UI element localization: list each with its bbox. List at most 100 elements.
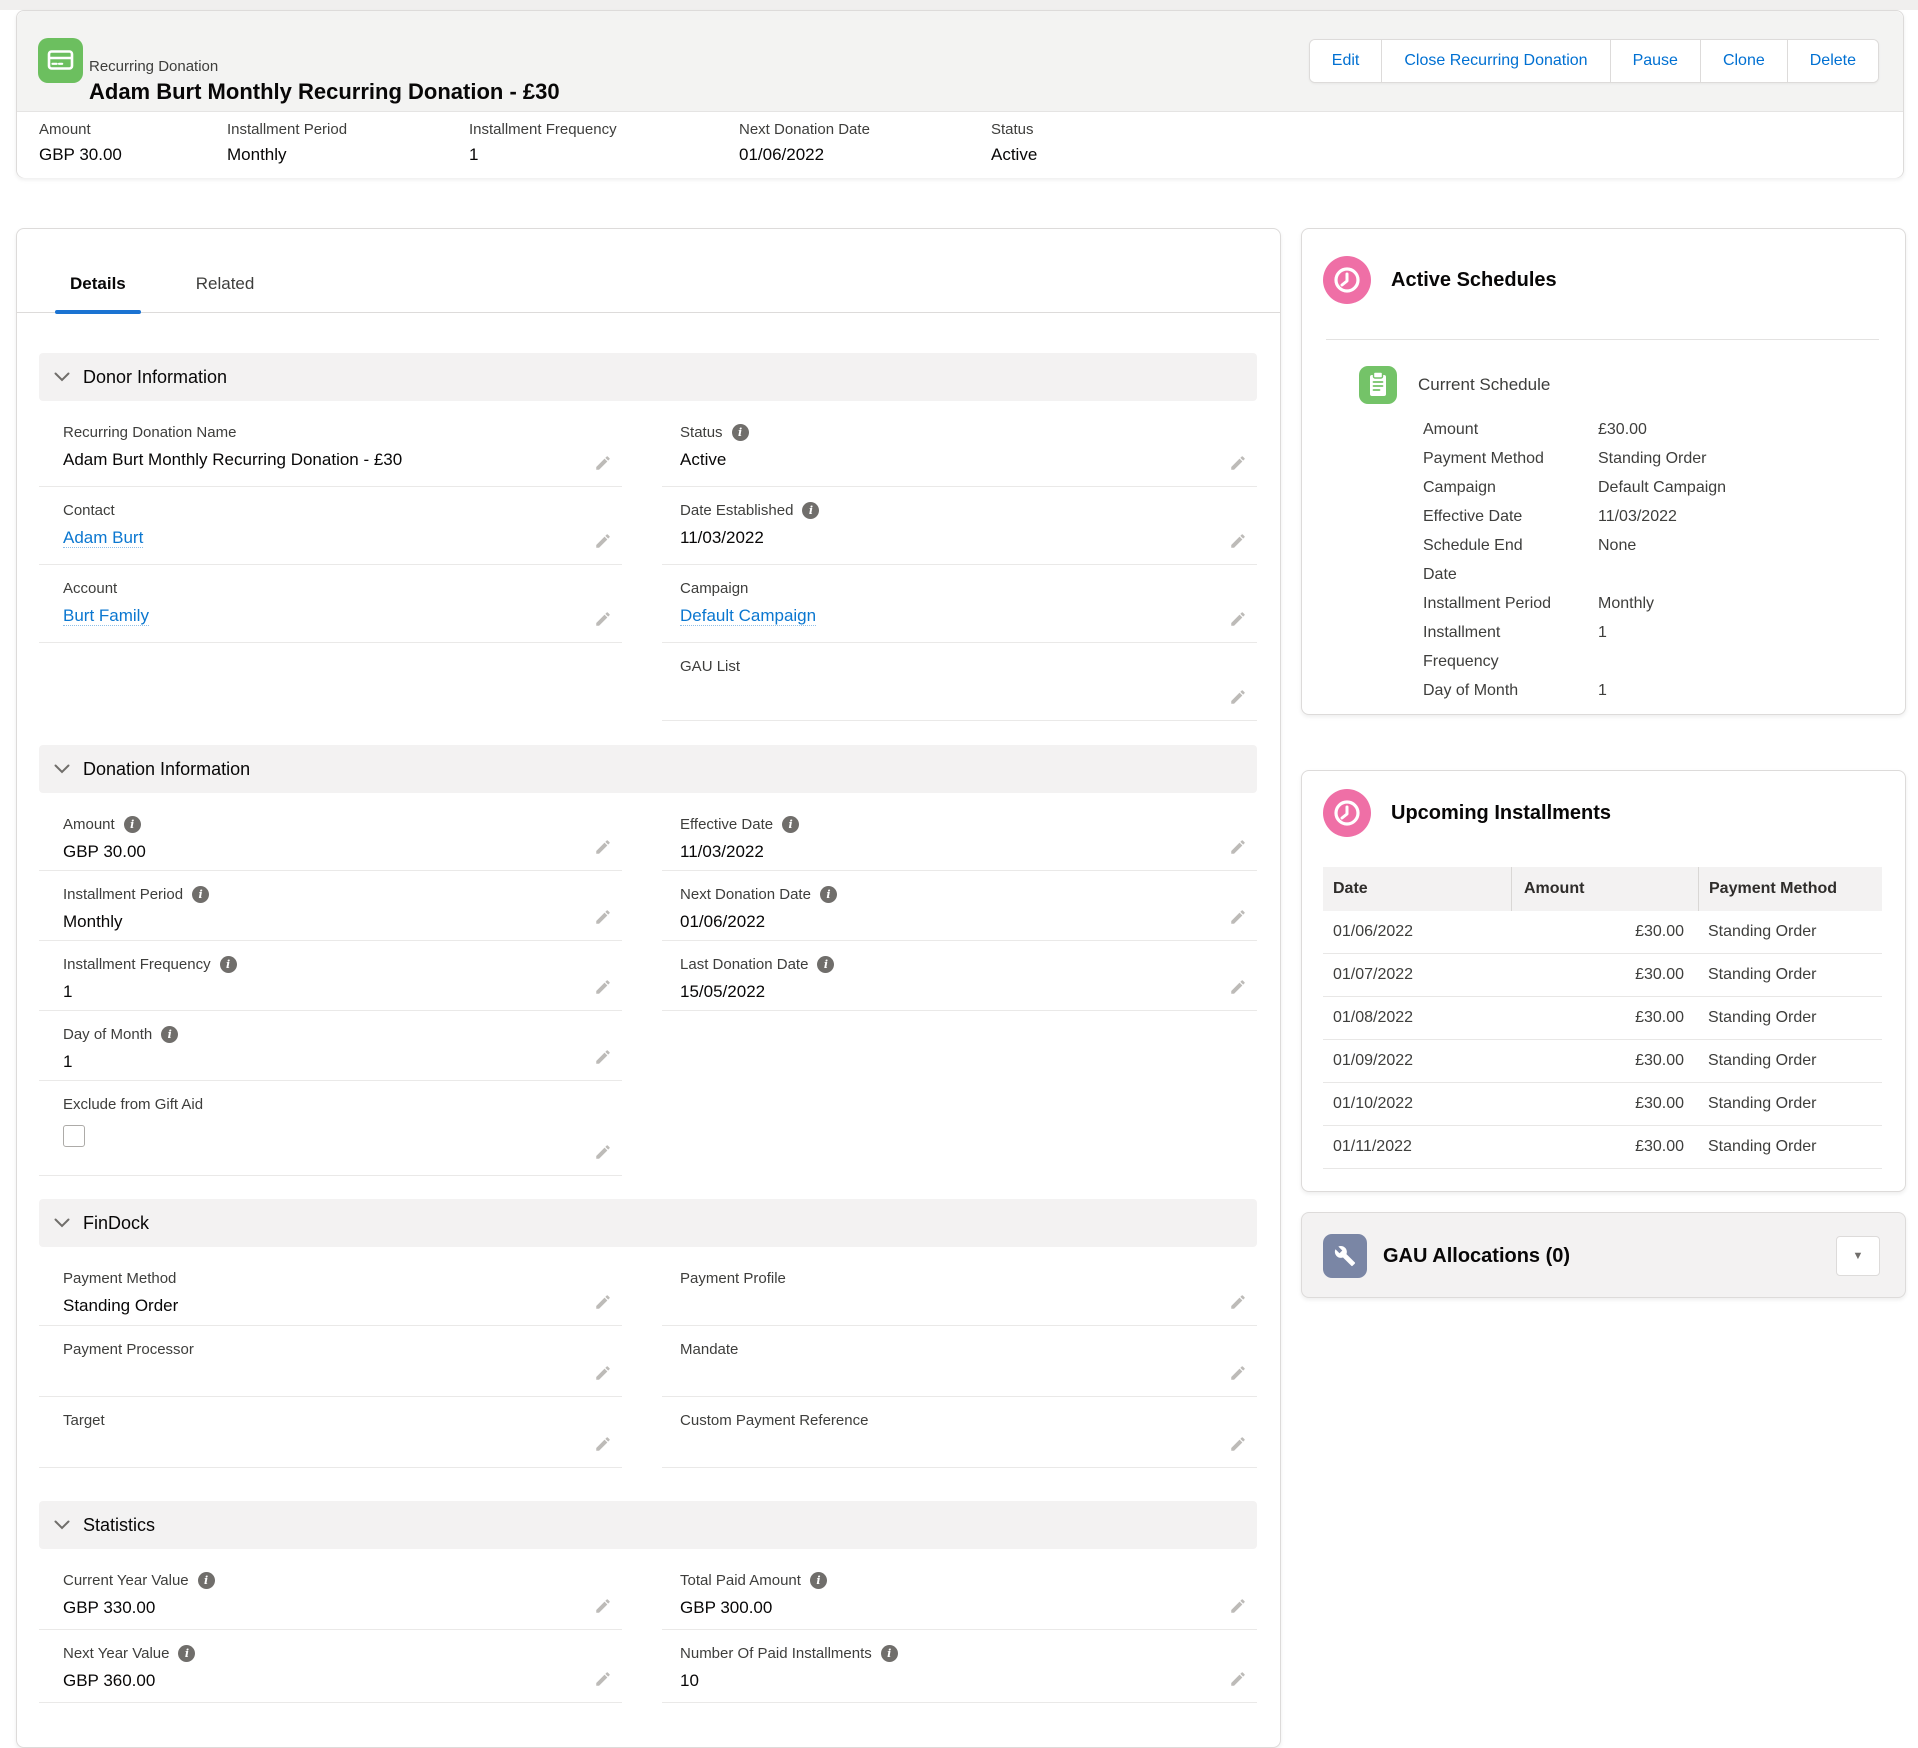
field-gau-list: GAU List [662,643,1257,721]
info-icon[interactable]: i [198,1572,215,1589]
info-icon[interactable]: i [881,1645,898,1662]
cell-payment-method: Standing Order [1698,1052,1882,1070]
edit-pencil-icon[interactable] [594,838,612,856]
info-icon[interactable]: i [810,1572,827,1589]
tab-details[interactable]: Details [55,256,141,312]
edit-pencil-icon[interactable] [594,1597,612,1615]
info-icon[interactable]: i [220,956,237,973]
highlights-panel: Recurring Donation Adam Burt Monthly Rec… [16,10,1904,178]
edit-pencil-icon[interactable] [594,454,612,472]
section-header[interactable]: Donor Information [39,353,1257,401]
section-header[interactable]: Donation Information [39,745,1257,793]
delete-button[interactable]: Delete [1787,40,1878,82]
info-icon[interactable]: i [802,502,819,519]
table-row: 01/10/2022 £30.00 Standing Order [1323,1083,1882,1126]
field-label: Effective Date [680,816,773,833]
edit-pencil-icon[interactable] [594,1670,612,1688]
field-account: Account Burt Family [39,565,622,643]
close-recurring-donation-button[interactable]: Close Recurring Donation [1381,40,1609,82]
chevron-down-icon [54,764,70,774]
field-label: Account [63,580,117,597]
pause-button[interactable]: Pause [1610,40,1700,82]
field-value: 10 [680,1671,1257,1691]
schedule-field-value: £30.00 [1598,415,1647,444]
section-findock: FinDock Payment Method Standing Order Pa… [39,1199,1257,1468]
edit-pencil-icon[interactable] [1229,908,1247,926]
edit-pencil-icon[interactable] [1229,1670,1247,1688]
schedule-field-installment-frequency: Installment Frequency 1 [1423,618,1885,676]
info-icon[interactable]: i [782,816,799,833]
schedule-field-label: Day of Month [1423,676,1560,705]
field-label: Campaign [680,580,748,597]
section-statistics: Statistics Current Year Valuei GBP 330.0… [39,1501,1257,1703]
field-payment-profile: Payment Profile [662,1255,1257,1326]
field-effective-date: Effective Datei 11/03/2022 [662,801,1257,871]
column-header-amount: Amount [1511,867,1698,911]
summary-field-installment-period: Installment Period Monthly [227,121,347,165]
summary-label: Status [991,121,1037,138]
section-header[interactable]: Statistics [39,1501,1257,1549]
edit-pencil-icon[interactable] [1229,1364,1247,1382]
table-row: 01/11/2022 £30.00 Standing Order [1323,1126,1882,1169]
summary-field-next-donation-date: Next Donation Date 01/06/2022 [739,121,870,165]
object-label: Recurring Donation [89,58,218,75]
info-icon[interactable]: i [817,956,834,973]
field-label: Installment Period [63,886,183,903]
panel-title: GAU Allocations (0) [1383,1245,1570,1268]
summary-value: Active [991,145,1037,165]
field-value [680,684,1257,704]
field-payment-processor: Payment Processor [39,1326,622,1397]
edit-pencil-icon[interactable] [1229,532,1247,550]
account-link[interactable]: Burt Family [63,606,149,626]
field-next-donation-date: Next Donation Datei 01/06/2022 [662,871,1257,941]
edit-pencil-icon[interactable] [594,532,612,550]
edit-button[interactable]: Edit [1310,40,1382,82]
field-label: Payment Profile [680,1270,786,1287]
info-icon[interactable]: i [124,816,141,833]
info-icon[interactable]: i [161,1026,178,1043]
info-icon[interactable]: i [192,886,209,903]
edit-pencil-icon[interactable] [1229,1293,1247,1311]
edit-pencil-icon[interactable] [594,1048,612,1066]
edit-pencil-icon[interactable] [1229,610,1247,628]
table-row: 01/09/2022 £30.00 Standing Order [1323,1040,1882,1083]
clone-button[interactable]: Clone [1700,40,1787,82]
edit-pencil-icon[interactable] [594,1293,612,1311]
section-header[interactable]: FinDock [39,1199,1257,1247]
panel-title: Upcoming Installments [1391,802,1611,825]
field-label: Target [63,1412,105,1429]
edit-pencil-icon[interactable] [594,1143,612,1161]
column-header-date: Date [1323,867,1511,911]
info-icon[interactable]: i [178,1645,195,1662]
upcoming-installments-panel: Upcoming Installments Date Amount Paymen… [1301,770,1906,1192]
edit-pencil-icon[interactable] [594,978,612,996]
installments-table: Date Amount Payment Method 01/06/2022 £3… [1323,867,1882,1169]
edit-pencil-icon[interactable] [594,908,612,926]
field-recurring-donation-name: Recurring Donation Name Adam Burt Monthl… [39,409,622,487]
field-label: Exclude from Gift Aid [63,1096,203,1113]
edit-pencil-icon[interactable] [594,610,612,628]
gau-allocations-dropdown-button[interactable]: ▼ [1836,1236,1880,1276]
exclude-gift-aid-checkbox[interactable] [63,1125,85,1147]
edit-pencil-icon[interactable] [1229,1597,1247,1615]
edit-pencil-icon[interactable] [594,1435,612,1453]
tab-related[interactable]: Related [181,256,270,312]
edit-pencil-icon[interactable] [1229,454,1247,472]
contact-link[interactable]: Adam Burt [63,528,143,548]
campaign-link[interactable]: Default Campaign [680,606,816,626]
edit-pencil-icon[interactable] [1229,838,1247,856]
summary-label: Next Donation Date [739,121,870,138]
cell-amount: £30.00 [1511,1009,1698,1027]
info-icon[interactable]: i [820,886,837,903]
table-row: 01/07/2022 £30.00 Standing Order [1323,954,1882,997]
recurring-donation-record-icon [38,38,83,83]
edit-pencil-icon[interactable] [1229,978,1247,996]
edit-pencil-icon[interactable] [594,1364,612,1382]
edit-pencil-icon[interactable] [1229,688,1247,706]
info-icon[interactable]: i [732,424,749,441]
field-installment-frequency: Installment Frequencyi 1 [39,941,622,1011]
edit-pencil-icon[interactable] [1229,1435,1247,1453]
schedule-field-label: Schedule End Date [1423,531,1560,589]
window-top-strip [0,0,1918,10]
field-exclude-from-gift-aid: Exclude from Gift Aid [39,1081,622,1176]
